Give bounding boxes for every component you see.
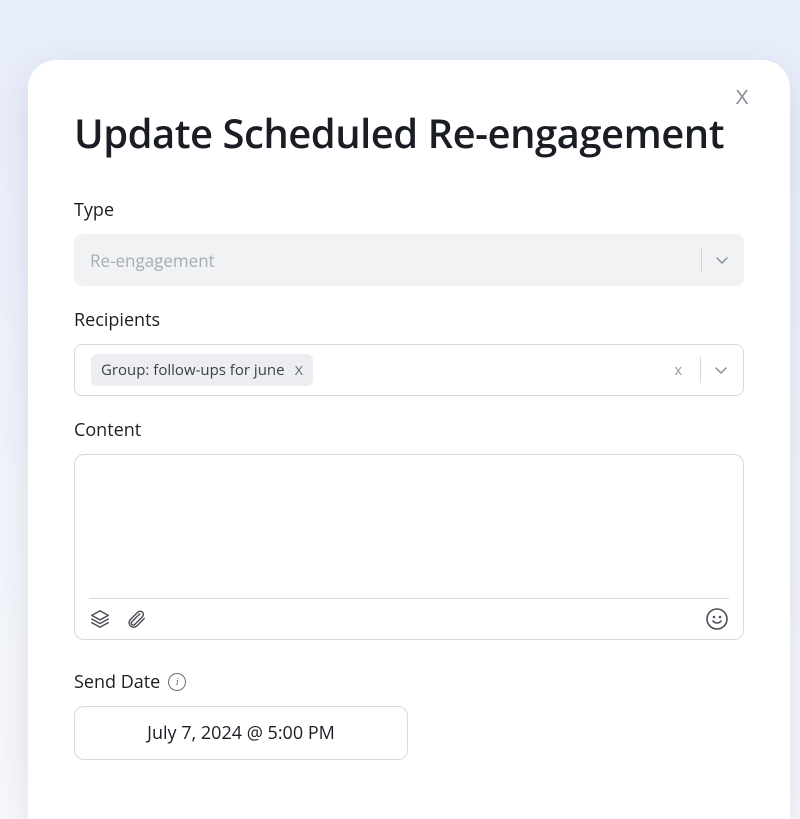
content-label: Content <box>74 418 744 442</box>
chevron-down-icon <box>714 252 730 268</box>
recipients-section: Recipients Group: follow-ups for june X … <box>74 308 744 396</box>
close-button[interactable]: X <box>728 84 756 112</box>
divider <box>700 357 701 383</box>
close-icon: X <box>735 87 748 110</box>
clear-recipients-button[interactable]: x <box>669 362 689 379</box>
attachment-icon[interactable] <box>125 608 147 630</box>
divider <box>89 598 729 599</box>
recipient-tag-label: Group: follow-ups for june <box>101 360 285 380</box>
emoji-icon[interactable] <box>705 607 729 631</box>
send-date-label-row: Send Date i <box>74 670 744 694</box>
update-scheduled-modal: X Update Scheduled Re-engagement Type Re… <box>28 60 790 819</box>
chevron-down-icon[interactable] <box>713 362 729 378</box>
send-date-value: July 7, 2024 @ 5:00 PM <box>147 721 335 745</box>
send-date-picker[interactable]: July 7, 2024 @ 5:00 PM <box>74 706 408 760</box>
type-label: Type <box>74 198 744 222</box>
modal-title: Update Scheduled Re-engagement <box>74 110 744 156</box>
type-value: Re-engagement <box>90 249 689 272</box>
recipients-tags: Group: follow-ups for june X <box>91 354 669 386</box>
send-date-section: Send Date i July 7, 2024 @ 5:00 PM <box>74 670 744 760</box>
type-select: Re-engagement <box>74 234 744 286</box>
tag-remove-button[interactable]: X <box>295 363 304 378</box>
send-date-label: Send Date <box>74 670 160 694</box>
recipients-label: Recipients <box>74 308 744 332</box>
type-section: Type Re-engagement <box>74 198 744 286</box>
content-section: Content <box>74 418 744 640</box>
divider <box>701 247 702 273</box>
content-toolbar <box>89 607 729 631</box>
content-textarea[interactable] <box>89 467 729 598</box>
content-editor <box>74 454 744 640</box>
info-icon[interactable]: i <box>168 673 186 691</box>
layers-icon[interactable] <box>89 608 111 630</box>
recipients-select[interactable]: Group: follow-ups for june X x <box>74 344 744 396</box>
recipient-tag[interactable]: Group: follow-ups for june X <box>91 354 313 386</box>
